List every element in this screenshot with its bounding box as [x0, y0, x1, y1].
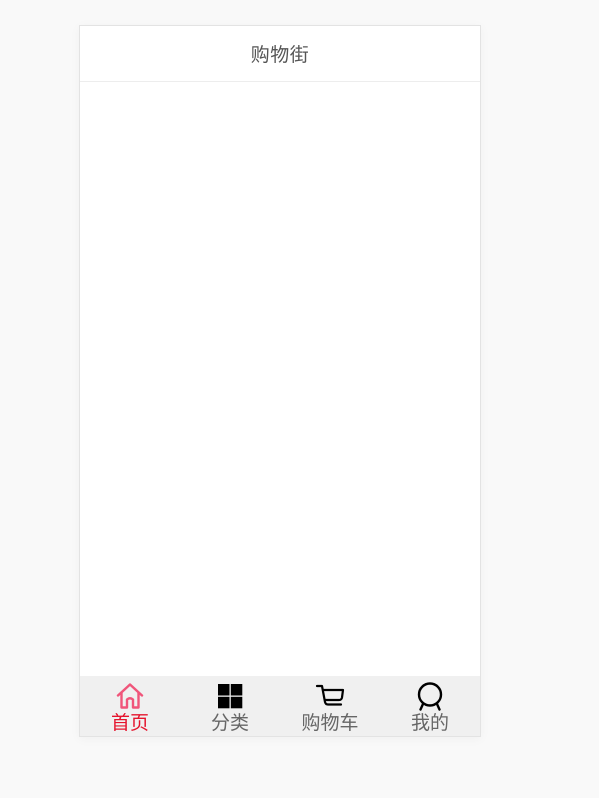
tab-cart-label: 购物车 — [301, 712, 359, 734]
category-grid-icon — [215, 681, 245, 711]
main-content[interactable] — [80, 82, 480, 676]
page-title: 购物街 — [250, 44, 310, 66]
tab-category-label: 分类 — [210, 712, 249, 734]
profile-icon — [415, 681, 445, 711]
tab-home-label: 首页 — [110, 712, 149, 734]
tab-category[interactable]: 分类 — [180, 676, 280, 736]
nav-bar: 购物街 — [80, 26, 480, 82]
tab-profile[interactable]: 我的 — [380, 676, 480, 736]
tab-cart[interactable]: 购物车 — [280, 676, 380, 736]
home-icon — [115, 681, 145, 711]
tab-home[interactable]: 首页 — [80, 676, 180, 736]
phone-frame: 购物街 首页 分类 购物车 我的 — [79, 25, 481, 737]
shopping-cart-icon — [315, 681, 345, 711]
bottom-tab-bar: 首页 分类 购物车 我的 — [80, 676, 480, 736]
tab-profile-label: 我的 — [410, 712, 449, 734]
